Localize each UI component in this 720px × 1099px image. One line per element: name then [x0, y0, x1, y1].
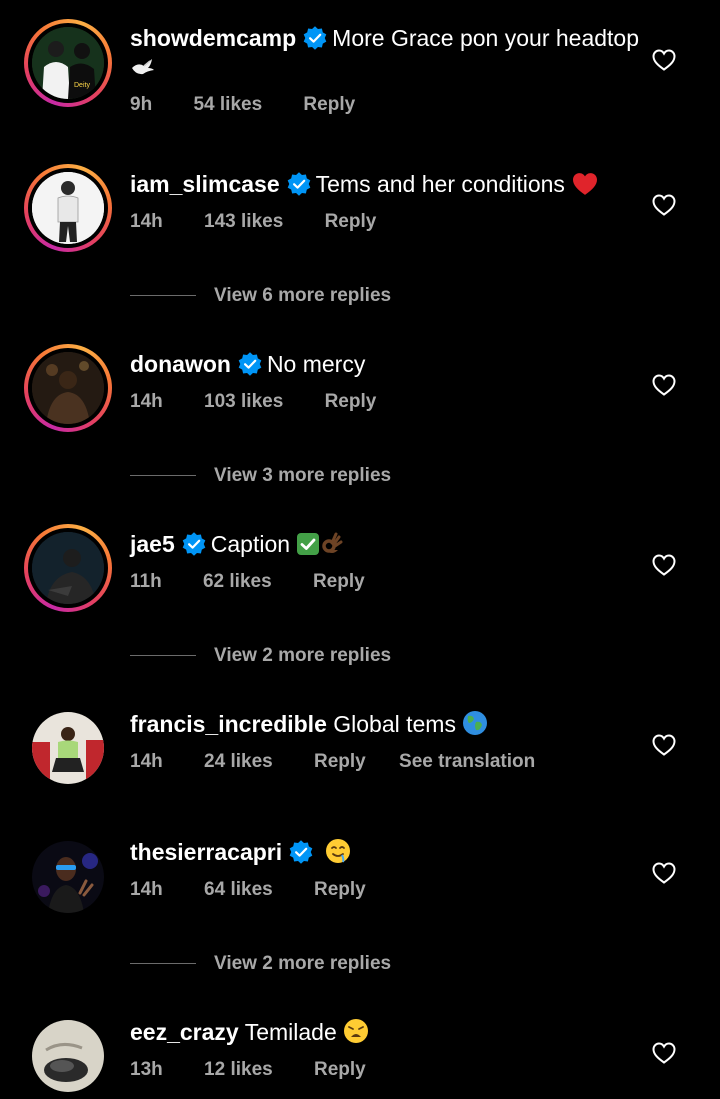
username[interactable]: donawon	[130, 351, 231, 377]
view-replies-label[interactable]: View 2 more replies	[214, 645, 391, 666]
view-more-replies[interactable]: View 3 more replies	[130, 465, 391, 487]
red-heart-emoji-icon	[571, 172, 599, 202]
heart-icon[interactable]	[652, 49, 676, 71]
username[interactable]: iam_slimcase	[130, 171, 280, 197]
comment-body: More Grace pon your headtop	[332, 25, 640, 51]
avatar[interactable]	[24, 164, 112, 252]
comment-body: Caption	[210, 531, 291, 557]
comment-time: 13h	[130, 1059, 163, 1080]
reply-button[interactable]: Reply	[314, 751, 366, 773]
comment-meta: 14h 143 likes Reply	[130, 211, 376, 233]
view-replies-label[interactable]: View 2 more replies	[214, 953, 391, 974]
heart-icon[interactable]	[652, 1042, 676, 1064]
comment-time: 9h	[130, 94, 153, 115]
view-more-replies[interactable]: View 6 more replies	[130, 285, 391, 307]
comment-text-line: iam_slimcase Tems and her conditions	[130, 170, 640, 202]
avatar-logo-text: Deity	[74, 82, 90, 89]
dove-emoji-icon	[130, 56, 156, 84]
verified-badge-icon	[286, 171, 312, 197]
see-translation-link[interactable]: See translation	[399, 751, 535, 773]
username[interactable]: thesierracapri	[130, 839, 282, 865]
divider-line	[130, 475, 196, 477]
verified-badge-icon	[288, 839, 314, 865]
avatar[interactable]	[32, 712, 104, 784]
ok-hand-emoji-icon	[320, 530, 344, 562]
likes-count[interactable]: 143 likes	[204, 211, 283, 233]
reply-button[interactable]: Reply	[314, 879, 366, 901]
comment-time: 14h	[130, 879, 163, 900]
comment-text-line: eez_crazy Temilade	[130, 1018, 640, 1050]
username[interactable]: jae5	[130, 531, 175, 557]
avatar[interactable]	[32, 1020, 104, 1092]
comment-time: 14h	[130, 211, 163, 232]
likes-count[interactable]: 12 likes	[204, 1059, 273, 1081]
comment-time: 11h	[130, 571, 162, 592]
heart-icon[interactable]	[652, 194, 676, 216]
view-replies-label[interactable]: View 3 more replies	[214, 465, 391, 486]
comment-meta: 9h 54 likes Reply	[130, 94, 355, 116]
heart-icon[interactable]	[652, 734, 676, 756]
likes-count[interactable]: 62 likes	[203, 571, 272, 593]
comment-body: No mercy	[266, 351, 366, 377]
comment-meta: 13h 12 likes Reply	[130, 1059, 366, 1081]
comment-time: 14h	[130, 391, 163, 412]
heart-icon[interactable]	[652, 374, 676, 396]
username[interactable]: eez_crazy	[130, 1019, 239, 1045]
comment-body: Temilade	[244, 1019, 337, 1045]
comment-meta: 14h 64 likes Reply	[130, 879, 366, 901]
verified-badge-icon	[302, 25, 328, 51]
reply-button[interactable]: Reply	[325, 391, 377, 413]
comment-time: 14h	[130, 751, 163, 772]
likes-count[interactable]: 64 likes	[204, 879, 273, 901]
comment-meta: 14h 24 likes Reply See translation	[130, 751, 535, 773]
comment-text-line: donawon No mercy	[130, 350, 640, 378]
verified-badge-icon	[181, 531, 207, 557]
comment-text-line: showdemcamp More Grace pon your headtop	[130, 24, 640, 84]
reply-button[interactable]: Reply	[314, 1059, 366, 1081]
comment-meta: 14h 103 likes Reply	[130, 391, 376, 413]
check-mark-emoji-icon	[296, 532, 320, 562]
avatar[interactable]	[24, 524, 112, 612]
likes-count[interactable]: 103 likes	[204, 391, 283, 413]
username[interactable]: showdemcamp	[130, 25, 296, 51]
verified-badge-icon	[237, 351, 263, 377]
avatar[interactable]: Deity	[24, 19, 112, 107]
reply-button[interactable]: Reply	[313, 571, 365, 593]
comment-text-line: jae5 Caption	[130, 530, 640, 562]
likes-count[interactable]: 24 likes	[204, 751, 273, 773]
divider-line	[130, 655, 196, 657]
comment-text-line: francis_incredible Global tems	[130, 710, 640, 742]
comment-body: Global tems	[333, 711, 456, 737]
comment-text-line: thesierracapri	[130, 838, 640, 870]
view-more-replies[interactable]: View 2 more replies	[130, 953, 391, 975]
avatar[interactable]	[32, 841, 104, 913]
globe-emoji-icon	[462, 710, 488, 742]
heart-icon[interactable]	[652, 554, 676, 576]
weary-face-emoji-icon	[343, 1018, 369, 1050]
comment-body: Tems and her conditions	[315, 171, 565, 197]
view-replies-label[interactable]: View 6 more replies	[214, 285, 391, 306]
username[interactable]: francis_incredible	[130, 711, 327, 737]
avatar[interactable]	[24, 344, 112, 432]
heart-icon[interactable]	[652, 862, 676, 884]
likes-count[interactable]: 54 likes	[193, 94, 262, 116]
view-more-replies[interactable]: View 2 more replies	[130, 645, 391, 667]
comment-meta: 11h 62 likes Reply	[130, 571, 365, 593]
reply-button[interactable]: Reply	[325, 211, 377, 233]
divider-line	[130, 963, 196, 965]
reply-button[interactable]: Reply	[303, 94, 355, 116]
divider-line	[130, 295, 196, 297]
drooling-face-emoji-icon	[325, 838, 351, 870]
